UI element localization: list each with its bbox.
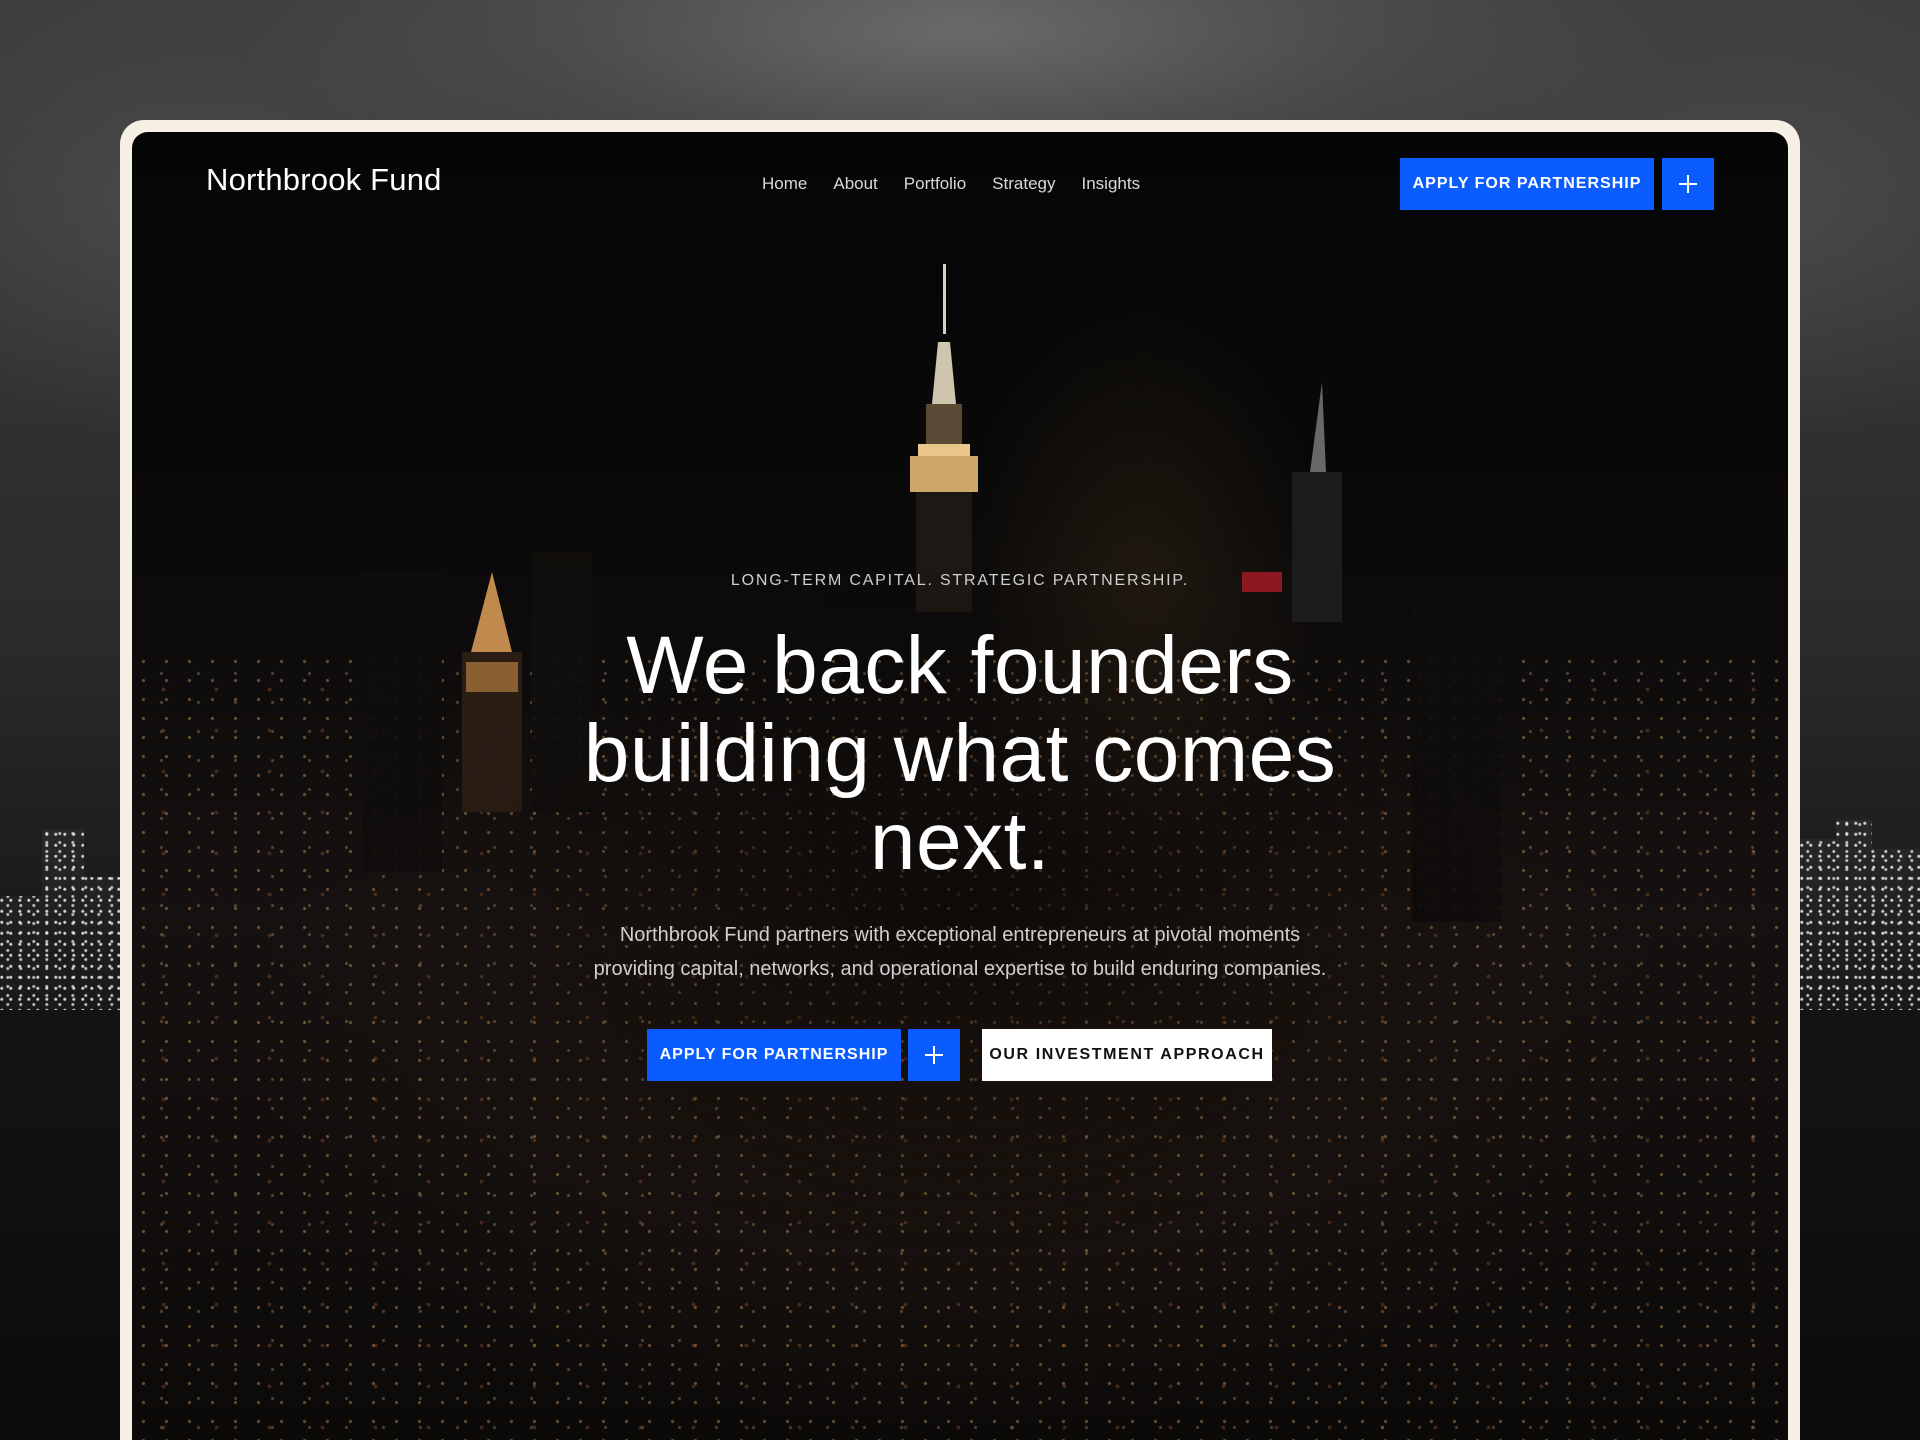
plus-icon	[925, 1046, 943, 1064]
nav-link-portfolio[interactable]: Portfolio	[904, 174, 966, 194]
hero-eyebrow: LONG-TERM CAPITAL. STRATEGIC PARTNERSHIP…	[730, 572, 1190, 589]
hero-description-line: providing capital, networks, and operati…	[593, 958, 1327, 980]
hero-headline-line: building what comes	[583, 708, 1337, 799]
hero-apply-button[interactable]: APPLY FOR PARTNERSHIP	[647, 1029, 901, 1081]
hero-description: Northbrook Fund partners with exceptiona…	[510, 918, 1410, 986]
investment-approach-button[interactable]: OUR INVESTMENT APPROACH	[982, 1029, 1272, 1081]
brand-logo[interactable]: Northbrook Fund	[206, 162, 442, 198]
hero-description-line: Northbrook Fund partners with exceptiona…	[619, 924, 1301, 946]
website-screen: Northbrook Fund Home About Portfolio Str…	[132, 132, 1788, 1440]
nav-link-home[interactable]: Home	[762, 174, 807, 194]
plus-icon	[1679, 175, 1697, 193]
hero-headline-line: We back founders	[626, 620, 1294, 711]
nav-link-about[interactable]: About	[833, 174, 877, 194]
nav-apply-button[interactable]: APPLY FOR PARTNERSHIP	[1400, 158, 1654, 210]
nav-link-insights[interactable]: Insights	[1081, 174, 1140, 194]
nav-plus-button[interactable]	[1662, 158, 1714, 210]
hero-headline: We back founders building what comes nex…	[510, 622, 1410, 886]
nav-link-strategy[interactable]: Strategy	[992, 174, 1055, 194]
backdrop-city-right	[1800, 820, 1920, 1010]
hero-plus-button[interactable]	[908, 1029, 960, 1081]
main-nav: Home About Portfolio Strategy Insights	[762, 174, 1140, 194]
hero-headline-line: next.	[869, 796, 1051, 887]
